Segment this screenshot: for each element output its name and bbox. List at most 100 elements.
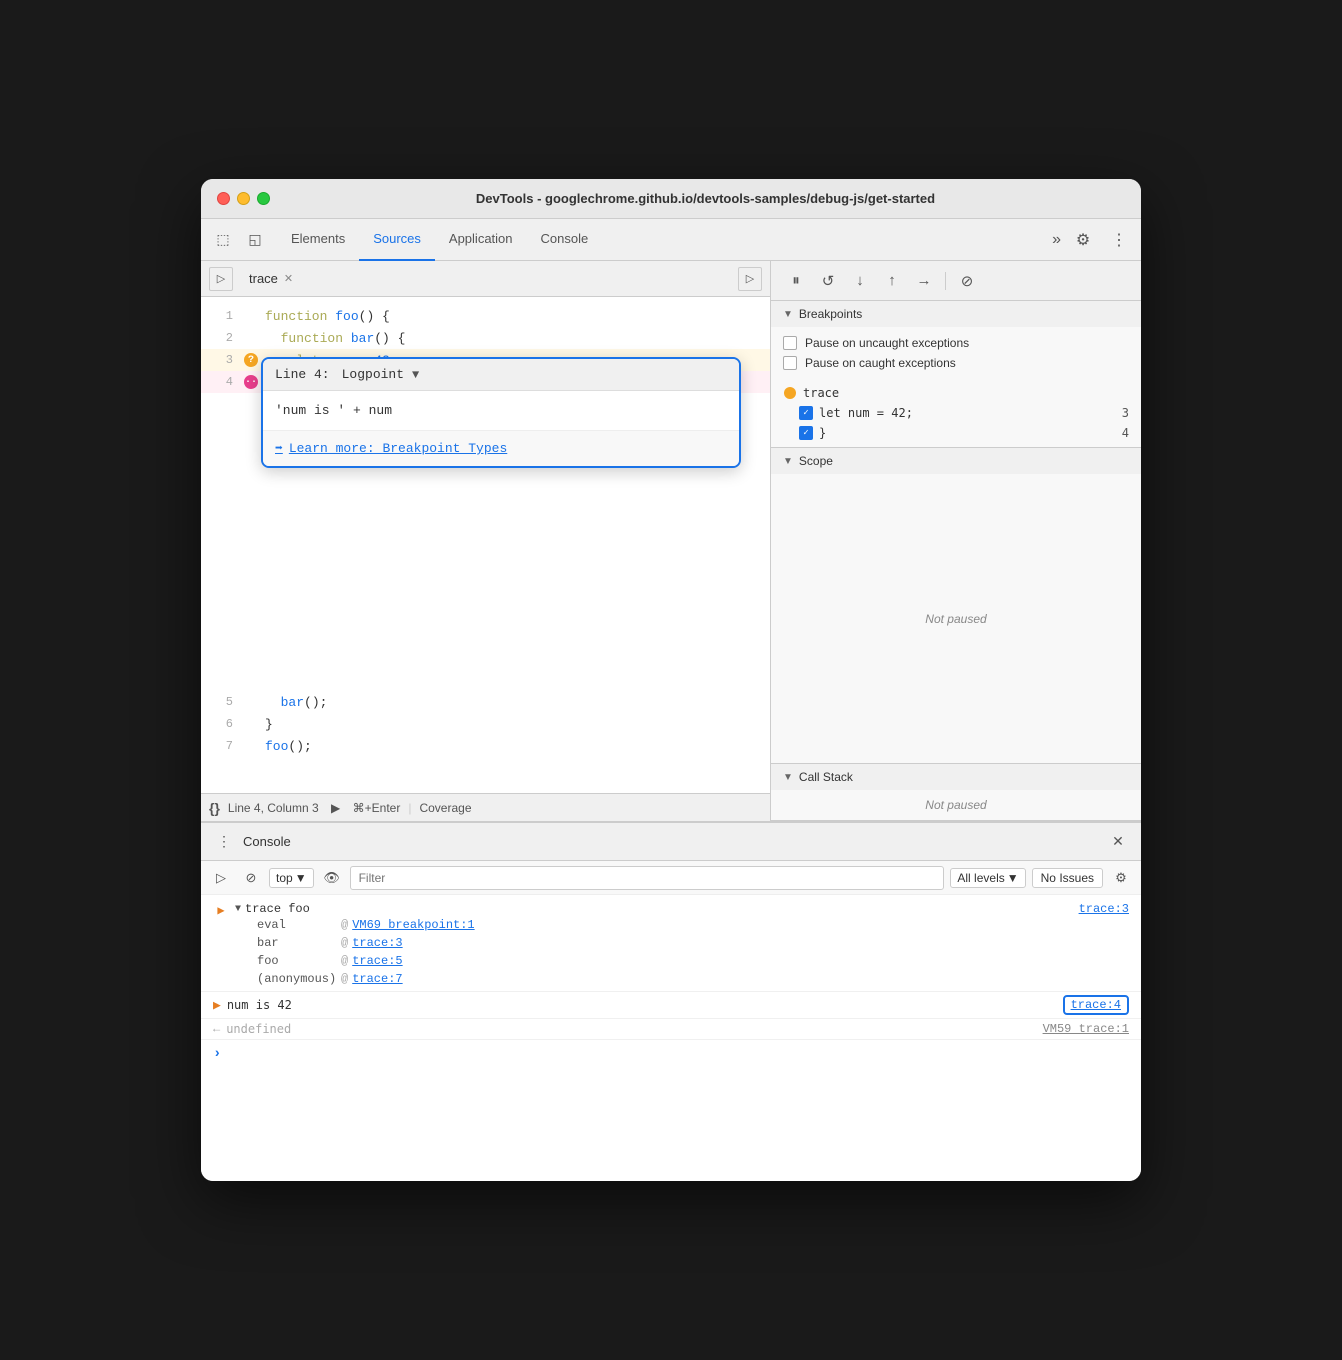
callstack-status: Not paused [925,798,986,812]
scope-header[interactable]: ▼ Scope [771,448,1141,474]
bp-file-icon [783,386,797,400]
stack-link-bar[interactable]: trace:3 [352,936,402,950]
group-arrow-icon: ▼ [235,904,241,915]
context-arrow-icon: ▼ [295,871,307,885]
breakpoints-header[interactable]: ▼ Breakpoints [771,301,1141,327]
logpoint-line-label: Line 4: [275,367,330,382]
stack-link-foo[interactable]: trace:5 [352,954,402,968]
block-icon[interactable]: ⊘ [239,866,263,890]
log-levels-selector[interactable]: All levels ▼ [950,868,1025,888]
pause-uncaught-checkbox[interactable] [783,336,797,350]
result-ref-link[interactable]: trace:4 [1063,995,1129,1015]
undefined-text: undefined [226,1022,291,1036]
context-selector[interactable]: top ▼ [269,868,314,888]
tab-elements[interactable]: Elements [277,219,359,261]
step-out-icon[interactable]: ↑ [879,268,905,294]
vm-ref-link[interactable]: VM59 trace:1 [1043,1022,1129,1036]
tab-application[interactable]: Application [435,219,527,261]
console-result-num: ▶ num is 42 trace:4 [201,992,1141,1019]
breakpoint-pink: ·· [244,375,258,389]
tab-console[interactable]: Console [527,219,603,261]
console-output: ▶ ▼ trace foo trace:3 eval @ VM69 breakp… [201,895,1141,1181]
stack-link-eval[interactable]: VM69 breakpoint:1 [352,918,474,932]
pause-caught-label: Pause on caught exceptions [805,356,956,370]
step-into-icon[interactable]: ↓ [847,268,873,294]
settings-icon[interactable]: ⚙ [1069,226,1097,254]
pause-caught-checkbox[interactable] [783,356,797,370]
log-levels-label: All levels [957,871,1004,885]
learn-more-link[interactable]: ➡ Learn more: Breakpoint Types [275,441,727,456]
circle-arrow-icon: ➡ [275,441,283,456]
more-tabs-icon[interactable]: » [1044,231,1069,249]
file-tab-close-icon[interactable]: ✕ [282,270,295,287]
file-panel-end-icon[interactable]: ▷ [738,267,762,291]
device-icon[interactable]: ◱ [241,226,269,254]
close-button[interactable] [217,192,230,205]
bp-item-1: ✓ let num = 42; 3 [771,403,1141,423]
step-icon[interactable]: → [911,268,937,294]
prompt-icon: › [213,1046,221,1062]
stack-at-anonymous: @ [341,972,348,986]
pause-options: Pause on uncaught exceptions Pause on ca… [771,327,1141,379]
stack-at-bar: @ [341,936,348,950]
bp-file-trace: trace [771,383,1141,403]
file-panel-toggle[interactable]: ▷ [209,267,233,291]
breakpoints-arrow-icon: ▼ [783,309,793,320]
step-over-icon[interactable]: ↺ [815,268,841,294]
logpoint-type-select[interactable]: Logpoint ▼ [342,367,420,382]
pause-icon[interactable]: ⏸ [783,268,809,294]
stack-at-foo: @ [341,954,348,968]
breakpoints-list: trace ✓ let num = 42; 3 ✓ } 4 [771,379,1141,447]
console-settings-icon[interactable]: ⚙ [1109,866,1133,890]
result-text: num is 42 [227,998,292,1012]
line-content-6: } [261,717,273,732]
callstack-header[interactable]: ▼ Call Stack [771,764,1141,790]
clear-console-icon[interactable]: ▷ [209,866,233,890]
logpoint-expression-input[interactable] [275,403,727,418]
console-trace-group: ▶ ▼ trace foo trace:3 eval @ VM69 breakp… [201,899,1141,992]
inspect-icon[interactable]: ⬚ [209,226,237,254]
debugger-panel: ⏸ ↺ ↓ ↑ → ⊘ ▼ Breakpoints Pause on uncau… [771,261,1141,821]
code-panel: ▷ trace ✕ ▷ 1 function foo() { [201,261,771,821]
trace-group-ref[interactable]: trace:3 [1079,902,1129,916]
console-close-icon[interactable]: ✕ [1107,831,1129,853]
logpoint-dropdown-icon: ▼ [412,368,419,382]
bp-file-name: trace [803,386,839,400]
line-column: Line 4, Column 3 [228,801,319,815]
eye-icon[interactable]: 👁 [320,866,344,890]
file-tab-trace[interactable]: trace ✕ [241,261,303,297]
stack-link-anonymous[interactable]: trace:7 [352,972,402,986]
run-button[interactable]: ▶ [327,799,345,817]
callstack-arrow-icon: ▼ [783,772,793,783]
stack-entry-anonymous: (anonymous) @ trace:7 [235,970,1129,988]
logpoint-header: Line 4: Logpoint ▼ [263,359,739,391]
tab-sources[interactable]: Sources [359,219,435,261]
line-number-1: 1 [201,309,241,323]
logpoint-popup: Line 4: Logpoint ▼ ➡ Learn more: Breakpo… [261,357,741,468]
fullscreen-button[interactable] [257,192,270,205]
file-tabs: ▷ trace ✕ ▷ [201,261,770,297]
console-menu-icon[interactable]: ⋮ [213,831,235,853]
scope-section: ▼ Scope Not paused [771,448,1141,764]
more-options-icon[interactable]: ⋮ [1105,226,1133,254]
breakpoints-section: ▼ Breakpoints Pause on uncaught exceptio… [771,301,1141,448]
console-filter-input[interactable] [350,866,945,890]
file-tab-name: trace [249,271,278,286]
bp-text-1: let num = 42; [819,406,1122,420]
stack-entry-foo: foo @ trace:5 [235,952,1129,970]
main-area: ▷ trace ✕ ▷ 1 function foo() { [201,261,1141,821]
bp-checkbox-2[interactable]: ✓ [799,426,813,440]
code-line-2: 2 function bar() { [201,327,770,349]
line-number-3: 3 [201,353,241,367]
log-levels-arrow-icon: ▼ [1007,871,1019,885]
no-issues-button[interactable]: No Issues [1032,868,1103,888]
devtools-nav: ⬚ ◱ Elements Sources Application Console… [201,219,1141,261]
pause-uncaught-item: Pause on uncaught exceptions [783,333,1129,353]
bp-checkbox-1[interactable]: ✓ [799,406,813,420]
minimize-button[interactable] [237,192,250,205]
console-title: Console [243,834,1107,849]
traffic-lights [217,192,270,205]
bp-item-2: ✓ } 4 [771,423,1141,443]
coverage-label: Coverage [419,801,471,815]
deactivate-breakpoints-icon[interactable]: ⊘ [954,268,980,294]
